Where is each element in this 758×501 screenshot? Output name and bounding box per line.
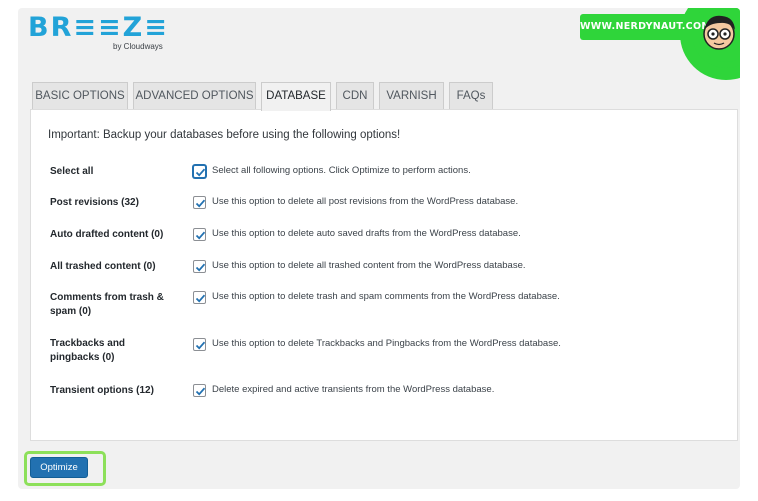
checkmark-icon [195, 341, 206, 350]
option-label: Transient options (12) [50, 385, 154, 396]
option-description: Use this option to delete trash and spam… [212, 291, 560, 302]
option-description: Use this option to delete all post revis… [212, 196, 519, 207]
tab-cdn[interactable]: CDN [336, 82, 374, 110]
option-description: Use this option to delete Trackbacks and… [212, 338, 561, 349]
transients-checkbox[interactable] [193, 384, 206, 397]
option-label: Post revisions (32) [50, 197, 139, 208]
optimize-highlight: Optimize [24, 451, 106, 486]
breeze-logo: BR≡≡Z≡ by Cloudways [28, 12, 198, 56]
checkmark-icon [195, 231, 206, 240]
option-label: Auto drafted content (0) [50, 229, 164, 240]
option-label: Comments from trash & spam (0) [50, 292, 164, 317]
checkmark-icon [195, 294, 206, 303]
checkmark-icon [195, 387, 206, 396]
auto-drafted-checkbox[interactable] [193, 228, 206, 241]
backup-notice: Important: Backup your databases before … [48, 129, 401, 141]
tab-database[interactable]: DATABASE [261, 82, 331, 111]
checkmark-icon [195, 168, 206, 177]
tab-varnish[interactable]: VARNISH [379, 82, 444, 110]
select-all-checkbox[interactable] [193, 165, 206, 178]
option-description: Use this option to delete all trashed co… [212, 260, 526, 271]
database-options-panel: Important: Backup your databases before … [30, 109, 738, 441]
trackbacks-checkbox[interactable] [193, 338, 206, 351]
logo-byline: by Cloudways [113, 42, 163, 51]
option-description: Delete expired and active transients fro… [212, 384, 495, 395]
breeze-settings-page: BR≡≡Z≡ by Cloudways WWW.NERDYNAUT.COM BA… [18, 8, 740, 489]
logo-wordmark: BR≡≡Z≡ [28, 12, 169, 43]
tab-advanced-options[interactable]: ADVANCED OPTIONS [133, 82, 256, 110]
watermark-text: WWW.NERDYNAUT.COM [580, 14, 711, 40]
checkmark-icon [195, 199, 206, 208]
optimize-button[interactable]: Optimize [30, 457, 88, 478]
tab-faqs[interactable]: FAQs [449, 82, 493, 110]
option-label: All trashed content (0) [50, 261, 156, 272]
trashed-content-checkbox[interactable] [193, 260, 206, 273]
comments-trash-spam-checkbox[interactable] [193, 291, 206, 304]
checkmark-icon [195, 263, 206, 272]
nerdynaut-watermark: WWW.NERDYNAUT.COM [576, 8, 740, 88]
mascot-icon [703, 15, 735, 50]
option-description: Use this option to delete auto saved dra… [212, 228, 521, 239]
option-label: Trackbacks and pingbacks (0) [50, 338, 126, 363]
post-revisions-checkbox[interactable] [193, 196, 206, 209]
tab-basic-options[interactable]: BASIC OPTIONS [32, 82, 128, 110]
option-label: Select all [50, 166, 94, 177]
option-description: Select all following options. Click Opti… [212, 165, 471, 176]
